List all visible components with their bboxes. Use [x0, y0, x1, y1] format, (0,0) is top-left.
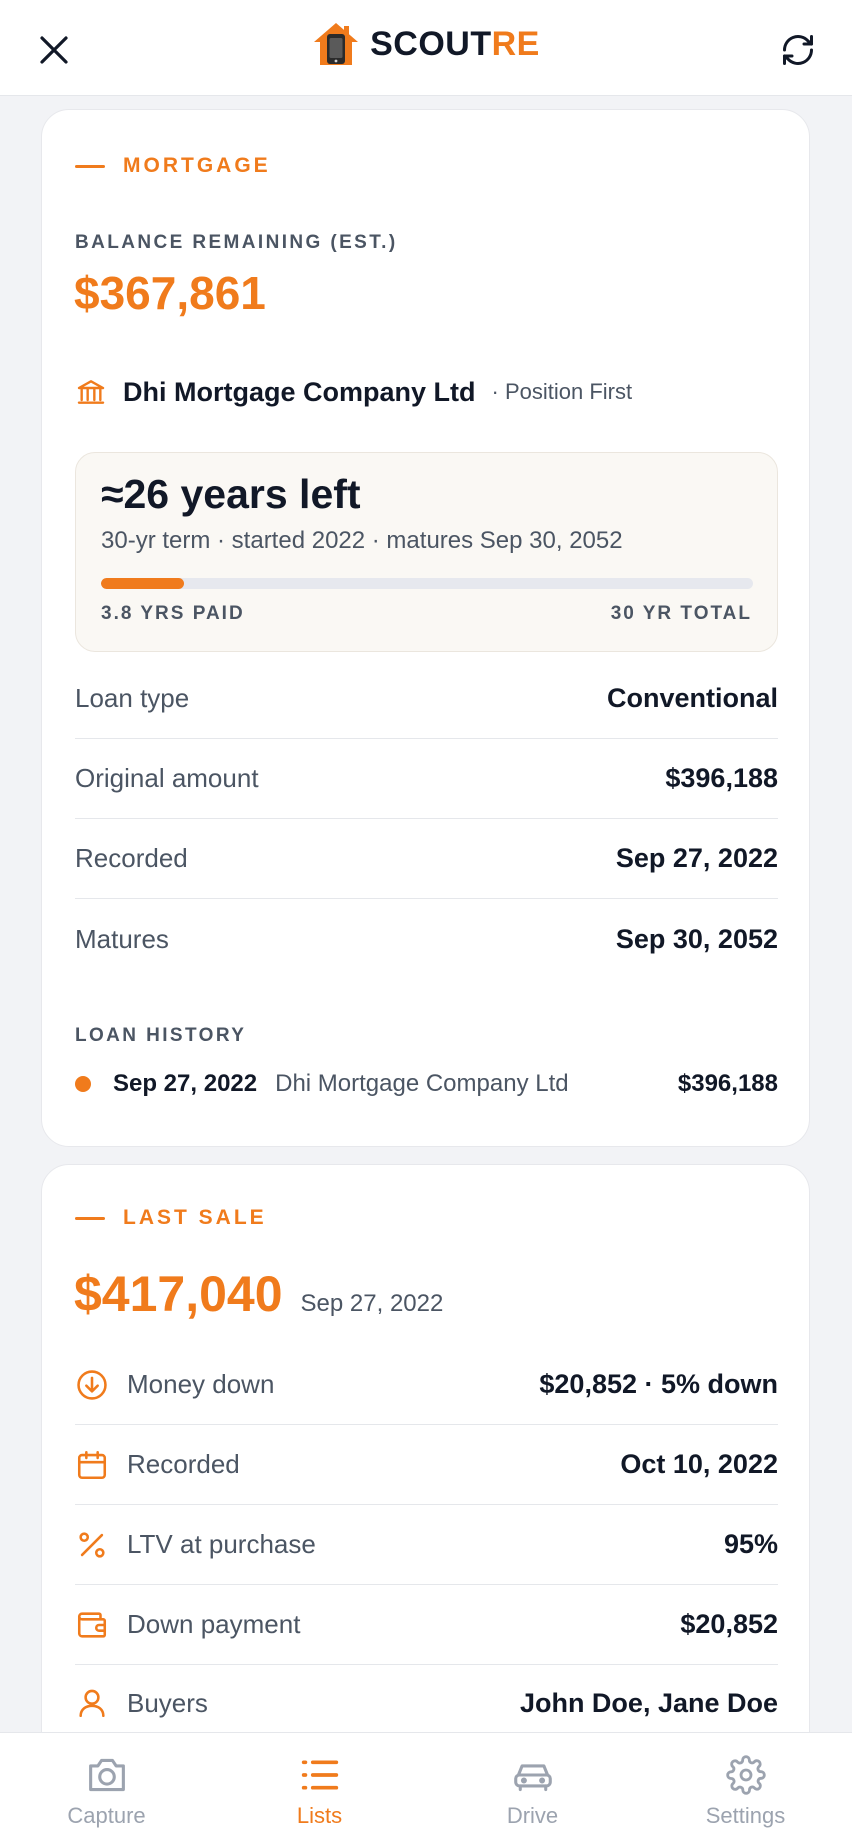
- history-lender: Dhi Mortgage Company Ltd: [275, 1070, 569, 1097]
- calendar-icon: [77, 1450, 107, 1479]
- bottom-tab-bar: Capture Lists Drive Settings: [0, 1732, 852, 1847]
- detail-value: 95%: [723, 1529, 778, 1559]
- detail-label: Matures: [75, 923, 169, 954]
- sale-row-recorded: Recorded Oct 10, 2022: [75, 1425, 778, 1505]
- detail-value: Sep 27, 2022: [615, 843, 778, 873]
- detail-label: Down payment: [127, 1609, 301, 1639]
- detail-label: Loan type: [75, 683, 190, 713]
- camera-icon: [88, 1758, 125, 1792]
- term-subtitle: 30-yr term · started 2022 · matures Sep …: [101, 527, 623, 554]
- years-paid-label: 3.8 YRS PAID: [101, 603, 245, 624]
- tab-drive[interactable]: Drive: [426, 1733, 639, 1847]
- years-total-label: 30 YR TOTAL: [610, 603, 752, 624]
- detail-row-original-amount: Original amount $396,188: [75, 739, 778, 819]
- loan-history-item[interactable]: Sep 27, 2022 Dhi Mortgage Company Ltd $3…: [75, 1070, 778, 1098]
- arrow-down-circle-icon: [77, 1369, 107, 1400]
- detail-value: John Doe, Jane Doe: [519, 1687, 778, 1718]
- balance-value: $367,861: [74, 267, 266, 319]
- tab-label: Drive: [506, 1803, 559, 1828]
- lender-line: Dhi Mortgage Company Ltd · Position Firs…: [75, 376, 632, 408]
- mortgage-card: MORTGAGE BALANCE REMAINING (EST.) $367,8…: [41, 109, 810, 1147]
- last-sale-card: LAST SALE $417,040 Sep 27, 2022 Money do…: [41, 1164, 810, 1732]
- sale-row-ltv: LTV at purchase 95%: [75, 1505, 778, 1585]
- detail-value: Conventional: [606, 683, 778, 713]
- percent-icon: [79, 1531, 105, 1558]
- history-amount: $396,188: [677, 1070, 778, 1097]
- app-header: SCOUTRE: [0, 0, 852, 96]
- sale-row-buyers: Buyers John Doe, Jane Doe: [75, 1663, 778, 1732]
- detail-row-loan-type: Loan type Conventional: [75, 659, 778, 739]
- sale-price: $417,040: [74, 1266, 283, 1322]
- detail-row-matures: Matures Sep 30, 2052: [75, 899, 778, 979]
- tab-label: Capture: [67, 1803, 146, 1828]
- property-details-scroll[interactable]: MORTGAGE BALANCE REMAINING (EST.) $367,8…: [0, 96, 852, 1732]
- balance-label: BALANCE REMAINING (EST.): [75, 232, 398, 253]
- loan-history-label: LOAN HISTORY: [75, 1025, 247, 1046]
- tab-label: Settings: [705, 1803, 786, 1828]
- sale-price-line: $417,040 Sep 27, 2022: [74, 1265, 443, 1323]
- loan-progress-bar: [101, 578, 753, 589]
- history-date: Sep 27, 2022: [113, 1070, 258, 1097]
- section-dash: [75, 164, 105, 168]
- sale-row-down-payment: Down payment $20,852: [75, 1585, 778, 1665]
- section-dash: [75, 1216, 105, 1220]
- brand-name: SCOUTRE: [370, 24, 540, 63]
- refresh-icon: [783, 35, 813, 65]
- detail-label: Recorded: [75, 843, 188, 873]
- detail-value: $396,188: [665, 763, 778, 793]
- lien-position: · Position First: [491, 379, 633, 404]
- car-icon: [513, 1764, 552, 1792]
- last-sale-section-title: LAST SALE: [75, 1206, 267, 1230]
- history-dot: [75, 1076, 91, 1092]
- list-icon: [301, 1760, 338, 1790]
- lender-name: Dhi Mortgage Company Ltd: [123, 376, 476, 407]
- detail-label: Original amount: [75, 763, 259, 793]
- bank-icon: [77, 380, 105, 404]
- user-icon: [79, 1689, 105, 1718]
- sale-date: Sep 27, 2022: [300, 1290, 444, 1317]
- brand-logo: SCOUTRE: [0, 20, 852, 68]
- years-left: ≈26 years left: [101, 471, 361, 517]
- gear-icon: [725, 1755, 766, 1795]
- tab-capture[interactable]: Capture: [0, 1733, 213, 1847]
- detail-value: Sep 30, 2052: [615, 923, 778, 954]
- tab-lists[interactable]: Lists: [213, 1733, 426, 1847]
- detail-value: $20,852 · 5% down: [539, 1369, 778, 1399]
- detail-label: LTV at purchase: [127, 1529, 316, 1559]
- tab-settings[interactable]: Settings: [639, 1733, 852, 1847]
- mortgage-section-title: MORTGAGE: [75, 154, 271, 178]
- detail-label: Buyers: [127, 1687, 208, 1718]
- sale-row-money-down: Money down $20,852 · 5% down: [75, 1345, 778, 1425]
- loan-progress-fill: [101, 578, 184, 589]
- house-phone-logo-icon: [314, 23, 359, 65]
- refresh-button[interactable]: [770, 22, 826, 78]
- detail-row-recorded: Recorded Sep 27, 2022: [75, 819, 778, 899]
- wallet-icon: [77, 1611, 107, 1638]
- detail-label: Recorded: [127, 1449, 240, 1479]
- detail-label: Money down: [127, 1369, 275, 1399]
- detail-value: $20,852: [680, 1609, 778, 1639]
- term-summary-box: ≈26 years left 30-yr term · started 2022…: [75, 452, 778, 652]
- detail-value: Oct 10, 2022: [620, 1449, 778, 1479]
- tab-label: Lists: [296, 1803, 343, 1828]
